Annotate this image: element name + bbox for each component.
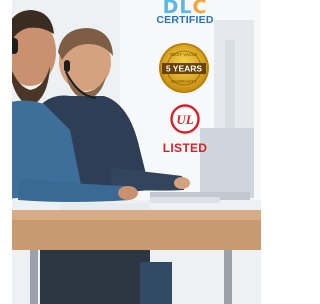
warranty-arc-bottom-text: WARRANTY bbox=[171, 79, 197, 84]
dlc-certified-badge: DLC CERTIFIED bbox=[150, 0, 220, 26]
call-center-photo: DLC CERTIFIED 5 YEARS BEST VALUE WARRANT… bbox=[0, 0, 261, 304]
ul-mark: UL bbox=[176, 112, 193, 127]
warranty-years-label: 5 YEARS bbox=[166, 64, 203, 74]
office-scene-image bbox=[0, 0, 261, 304]
five-year-warranty-seal-icon: 5 YEARS BEST VALUE WARRANTY bbox=[159, 43, 209, 93]
dlc-certified-label: CERTIFIED bbox=[156, 14, 214, 26]
ul-listed-label: LISTED bbox=[162, 141, 208, 155]
ul-listed-badge: UL LISTED bbox=[150, 104, 220, 155]
ul-logo-icon: UL bbox=[170, 104, 200, 134]
certification-badges: DLC CERTIFIED 5 YEARS BEST VALUE WARRANT… bbox=[150, 0, 220, 170]
dlc-logo: DLC bbox=[162, 0, 208, 14]
warranty-arc-top-text: BEST VALUE bbox=[170, 52, 197, 57]
